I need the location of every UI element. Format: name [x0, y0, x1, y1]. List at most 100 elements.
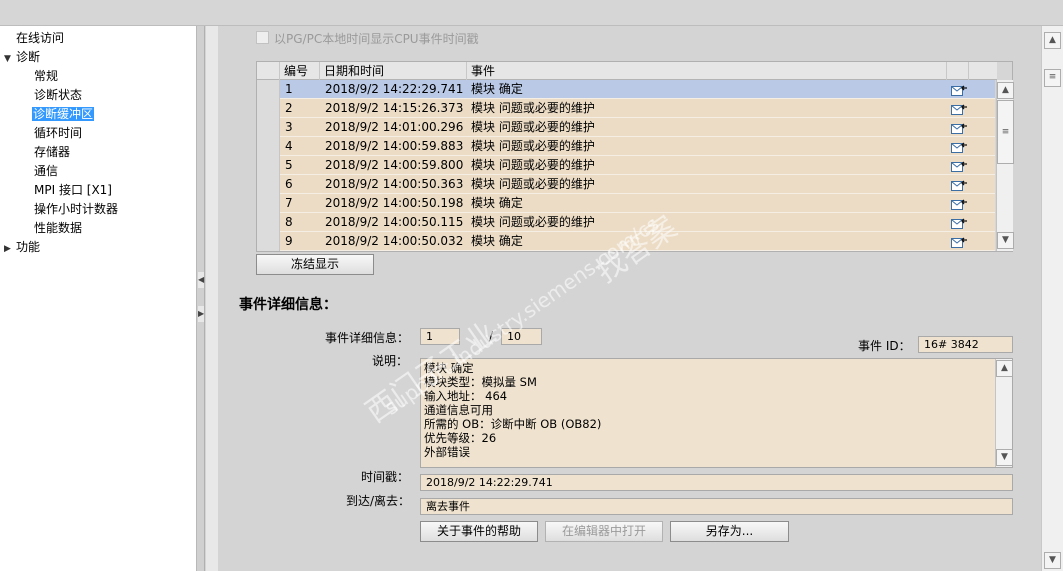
- table-row[interactable]: 3 2018/9/2 14:01:00.296 模块 问题或必要的维护: [257, 118, 995, 137]
- row-selector[interactable]: [257, 137, 280, 156]
- envelope-arrow-icon[interactable]: [951, 235, 967, 248]
- tree-item-label: 诊断状态: [34, 88, 83, 102]
- cell-datetime: 2018/9/2 14:22:29.741: [325, 82, 464, 96]
- row-selector[interactable]: [257, 175, 280, 194]
- envelope-arrow-icon[interactable]: [951, 102, 967, 115]
- table-row[interactable]: 2 2018/9/2 14:15:26.373 模块 问题或必要的维护: [257, 99, 995, 118]
- cell-datetime: 2018/9/2 14:00:50.198: [325, 196, 464, 210]
- table-row[interactable]: 9 2018/9/2 14:00:50.032 模块 确定: [257, 232, 995, 251]
- tree-item-mpi-interface[interactable]: MPI 接口 [X1]: [34, 181, 112, 199]
- cell-datetime: 2018/9/2 14:00:50.032: [325, 234, 464, 248]
- cell-number: 5: [285, 158, 293, 172]
- table-scrollbar[interactable]: ▲ ≡ ▼: [996, 80, 1014, 251]
- row-selector[interactable]: [257, 194, 280, 213]
- envelope-arrow-icon[interactable]: [951, 140, 967, 153]
- detail-index-field[interactable]: 1: [420, 328, 460, 345]
- row-selector[interactable]: [257, 213, 280, 232]
- table-scroll-down-icon[interactable]: ▼: [997, 232, 1014, 249]
- cell-datetime: 2018/9/2 14:00:59.800: [325, 158, 464, 172]
- envelope-arrow-icon[interactable]: [951, 121, 967, 134]
- tree-item-diagnostics[interactable]: ▼ 诊断: [4, 48, 40, 66]
- cell-number: 1: [285, 82, 293, 96]
- tree-item-operating-hours-counter[interactable]: 操作小时计数器: [34, 200, 118, 218]
- tree-item-label: 诊断缓冲区: [32, 107, 95, 121]
- cell-event: 模块 问题或必要的维护: [471, 158, 595, 172]
- cell-number: 8: [285, 215, 293, 229]
- tree-item-label: 常规: [34, 69, 59, 83]
- cell-datetime: 2018/9/2 14:00:59.883: [325, 139, 464, 153]
- envelope-arrow-icon[interactable]: [951, 83, 967, 96]
- description-scroll-up-icon[interactable]: ▲: [996, 360, 1013, 377]
- tree-item-performance-data[interactable]: 性能数据: [34, 219, 82, 237]
- scroll-up-arrow-icon[interactable]: ▲: [1044, 32, 1061, 49]
- header-event[interactable]: 事件: [467, 62, 947, 80]
- detail-total-field: 10: [501, 328, 542, 345]
- table-row[interactable]: 6 2018/9/2 14:00:50.363 模块 问题或必要的维护: [257, 175, 995, 194]
- open-in-editor-button[interactable]: 在编辑器中打开: [545, 521, 663, 542]
- diagnostic-buffer-table: 编号 日期和时间 事件 1 2018/9/2 14:22:29.741 模块 确定 2…: [256, 61, 1014, 252]
- tree-item-online-access[interactable]: 在线访问: [4, 29, 64, 47]
- scroll-down-arrow-icon[interactable]: ▼: [1044, 552, 1061, 569]
- tree-item-cycle-time[interactable]: 循环时间: [34, 124, 82, 142]
- page-scrollbar[interactable]: ▲ ≡ ▼: [1041, 26, 1063, 571]
- description-scrollbar[interactable]: ▲ ▼: [995, 359, 1013, 467]
- description-textbox[interactable]: 模块 确定 模块类型：模拟量 SM 输入地址： 464 通道信息可用 所需的 OB：诊断…: [420, 358, 1013, 468]
- cell-number: 3: [285, 120, 293, 134]
- tree-item-label: 通信: [34, 164, 59, 178]
- expand-triangle-icon[interactable]: ▼: [4, 50, 16, 68]
- freeze-display-button[interactable]: 冻结显示: [256, 254, 374, 275]
- tree-item-communication[interactable]: 通信: [34, 162, 58, 180]
- event-help-button[interactable]: 关于事件的帮助: [420, 521, 538, 542]
- table-row[interactable]: 7 2018/9/2 14:00:50.198 模块 确定: [257, 194, 995, 213]
- description-line: 模块 确定: [424, 361, 474, 375]
- envelope-arrow-icon[interactable]: [951, 159, 967, 172]
- tree-item-memory[interactable]: 存储器: [34, 143, 70, 161]
- table-row[interactable]: 4 2018/9/2 14:00:59.883 模块 问题或必要的维护: [257, 137, 995, 156]
- row-selector[interactable]: [257, 232, 280, 251]
- collapse-triangle-icon[interactable]: ▶: [4, 240, 16, 258]
- cell-datetime: 2018/9/2 14:00:50.115: [325, 215, 464, 229]
- tree-item-diagnostic-buffer[interactable]: 诊断缓冲区: [32, 105, 95, 123]
- description-scroll-down-icon[interactable]: ▼: [996, 449, 1013, 466]
- description-line: 模块类型：模拟量 SM: [424, 375, 537, 389]
- row-selector[interactable]: [257, 99, 280, 118]
- tree-item-functions[interactable]: ▶ 功能: [4, 238, 40, 256]
- envelope-arrow-icon[interactable]: [951, 178, 967, 191]
- expand-right-arrow-icon[interactable]: ▶: [198, 306, 204, 322]
- cell-number: 2: [285, 101, 293, 115]
- table-scroll-thumb[interactable]: ≡: [997, 100, 1014, 164]
- header-datetime[interactable]: 日期和时间: [320, 62, 467, 80]
- local-time-checkbox[interactable]: [256, 31, 269, 44]
- cell-event: 模块 确定: [471, 82, 523, 96]
- row-selector[interactable]: [257, 80, 280, 99]
- cell-event: 模块 问题或必要的维护: [471, 139, 595, 153]
- tree-item-general[interactable]: 常规: [34, 67, 58, 85]
- cell-event: 模块 问题或必要的维护: [471, 101, 595, 115]
- header-select-column: [257, 62, 280, 80]
- cell-datetime: 2018/9/2 14:00:50.363: [325, 177, 464, 191]
- navigation-tree: 在线访问 ▼ 诊断 常规 诊断状态 诊断缓冲区 循环时间 存储器 通信 MPI 接…: [0, 26, 197, 571]
- cell-event: 模块 确定: [471, 196, 523, 210]
- description-line: 外部错误: [424, 445, 470, 459]
- event-id-label: 事件 ID：: [858, 339, 911, 353]
- description-line: 所需的 OB：诊断中断 OB (OB82): [424, 417, 602, 431]
- scroll-thumb[interactable]: ≡: [1044, 69, 1061, 87]
- table-row[interactable]: 8 2018/9/2 14:00:50.115 模块 问题或必要的维护: [257, 213, 995, 232]
- row-selector[interactable]: [257, 156, 280, 175]
- panel-splitter[interactable]: [197, 26, 205, 571]
- tree-item-diagnostic-status[interactable]: 诊断状态: [34, 86, 82, 104]
- save-as-button[interactable]: 另存为...: [670, 521, 789, 542]
- row-selector[interactable]: [257, 118, 280, 137]
- table-row[interactable]: 1 2018/9/2 14:22:29.741 模块 确定: [257, 80, 995, 99]
- table-scroll-up-icon[interactable]: ▲: [997, 82, 1014, 99]
- arrive-depart-field: 离去事件: [420, 498, 1013, 515]
- envelope-arrow-icon[interactable]: [951, 197, 967, 210]
- table-row[interactable]: 5 2018/9/2 14:00:59.800 模块 问题或必要的维护: [257, 156, 995, 175]
- cell-number: 6: [285, 177, 293, 191]
- collapse-left-arrow-icon[interactable]: ◀: [198, 272, 204, 288]
- description-line: 通道信息可用: [424, 403, 493, 417]
- cell-event: 模块 问题或必要的维护: [471, 177, 595, 191]
- cell-number: 7: [285, 196, 293, 210]
- header-number[interactable]: 编号: [280, 62, 320, 80]
- envelope-arrow-icon[interactable]: [951, 216, 967, 229]
